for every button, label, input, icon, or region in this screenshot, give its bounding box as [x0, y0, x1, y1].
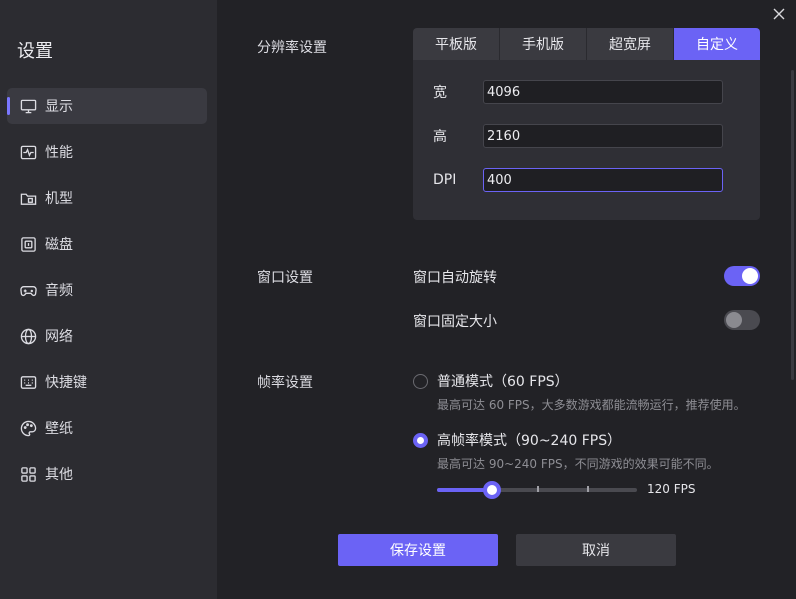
- sidebar-item-audio[interactable]: 音频: [7, 272, 207, 308]
- gamepad-audio-icon: [19, 281, 37, 299]
- dpi-label: DPI: [433, 172, 457, 188]
- window-section-label: 窗口设置: [257, 270, 313, 286]
- slider-tick: [537, 486, 539, 492]
- width-row: 宽: [433, 80, 723, 104]
- scrollbar[interactable]: [791, 70, 794, 380]
- settings-main: 分辨率设置 平板版 手机版 超宽屏 自定义 宽 高 DPI 窗口设置 窗口自动旋…: [217, 0, 796, 599]
- toggle-knob: [726, 312, 742, 328]
- height-input[interactable]: [483, 124, 723, 148]
- sidebar: 设置 显示 性能 机型 磁盘 音频 网络 快捷键 壁纸 其他: [0, 0, 217, 599]
- high-fps-description: 最高可达 90~240 FPS，不同游戏的效果可能不同。: [437, 457, 719, 471]
- sidebar-item-shortcuts[interactable]: 快捷键: [7, 364, 207, 400]
- sidebar-item-label: 网络: [45, 329, 73, 345]
- tab-tablet[interactable]: 平板版: [413, 28, 500, 60]
- globe-icon: [19, 327, 37, 345]
- tab-ultrawide[interactable]: 超宽屏: [587, 28, 674, 60]
- sidebar-item-label: 磁盘: [45, 237, 73, 253]
- normal-mode-radio[interactable]: [413, 373, 428, 389]
- sidebar-item-label: 机型: [45, 191, 73, 207]
- palette-icon: [19, 419, 37, 437]
- height-label: 高: [433, 129, 447, 145]
- sidebar-item-disk[interactable]: 磁盘: [7, 226, 207, 262]
- close-button[interactable]: [772, 6, 788, 22]
- sidebar-item-other[interactable]: 其他: [7, 456, 207, 492]
- slider-tick: [587, 486, 589, 492]
- sidebar-item-label: 音频: [45, 283, 73, 299]
- framerate-section-label: 帧率设置: [257, 375, 313, 391]
- grid-icon: [19, 465, 37, 483]
- sidebar-nav: 显示 性能 机型 磁盘 音频 网络 快捷键 壁纸 其他: [7, 88, 207, 502]
- auto-rotate-label: 窗口自动旋转: [413, 270, 497, 286]
- sidebar-item-display[interactable]: 显示: [7, 88, 207, 124]
- sidebar-item-label: 快捷键: [45, 375, 87, 391]
- sidebar-title: 设置: [17, 41, 53, 62]
- sidebar-item-network[interactable]: 网络: [7, 318, 207, 354]
- auto-rotate-toggle[interactable]: [724, 266, 760, 286]
- dpi-row: DPI: [433, 168, 723, 192]
- performance-icon: [19, 143, 37, 161]
- normal-mode-radio-row[interactable]: 普通模式（60 FPS）: [413, 371, 569, 391]
- sidebar-item-label: 壁纸: [45, 421, 73, 437]
- sidebar-item-device-model[interactable]: 机型: [7, 180, 207, 216]
- fps-value-label: 120 FPS: [647, 482, 696, 496]
- disk-icon: [19, 235, 37, 253]
- tab-phone[interactable]: 手机版: [500, 28, 587, 60]
- sidebar-item-label: 其他: [45, 467, 73, 483]
- high-fps-radio-row[interactable]: 高帧率模式（90~240 FPS）: [413, 430, 621, 450]
- height-row: 高: [433, 124, 723, 148]
- toggle-knob: [742, 268, 758, 284]
- width-input[interactable]: [483, 80, 723, 104]
- high-fps-label: 高帧率模式（90~240 FPS）: [437, 433, 622, 449]
- close-icon: [772, 6, 786, 25]
- slider-thumb[interactable]: [483, 481, 501, 499]
- sidebar-item-wallpaper[interactable]: 壁纸: [7, 410, 207, 446]
- fps-slider[interactable]: [437, 481, 637, 499]
- sidebar-item-performance[interactable]: 性能: [7, 134, 207, 170]
- keyboard-icon: [19, 373, 37, 391]
- fixed-size-toggle[interactable]: [724, 310, 760, 330]
- sidebar-item-label: 显示: [45, 99, 73, 115]
- save-button[interactable]: 保存设置: [338, 534, 498, 566]
- sidebar-item-label: 性能: [45, 145, 73, 161]
- width-label: 宽: [433, 85, 447, 101]
- high-fps-radio[interactable]: [413, 432, 428, 448]
- fixed-size-label: 窗口固定大小: [413, 314, 497, 330]
- cancel-button[interactable]: 取消: [516, 534, 676, 566]
- dpi-input[interactable]: [483, 168, 723, 192]
- normal-mode-description: 最高可达 60 FPS，大多数游戏都能流畅运行，推荐使用。: [437, 398, 746, 412]
- custom-resolution-panel: 宽 高 DPI: [413, 60, 760, 220]
- normal-mode-label: 普通模式（60 FPS）: [437, 374, 569, 390]
- tab-custom[interactable]: 自定义: [674, 28, 760, 60]
- monitor-icon: [19, 97, 37, 115]
- resolution-tabs: 平板版 手机版 超宽屏 自定义: [413, 28, 760, 60]
- device-model-icon: [19, 189, 37, 207]
- resolution-section-label: 分辨率设置: [257, 40, 327, 56]
